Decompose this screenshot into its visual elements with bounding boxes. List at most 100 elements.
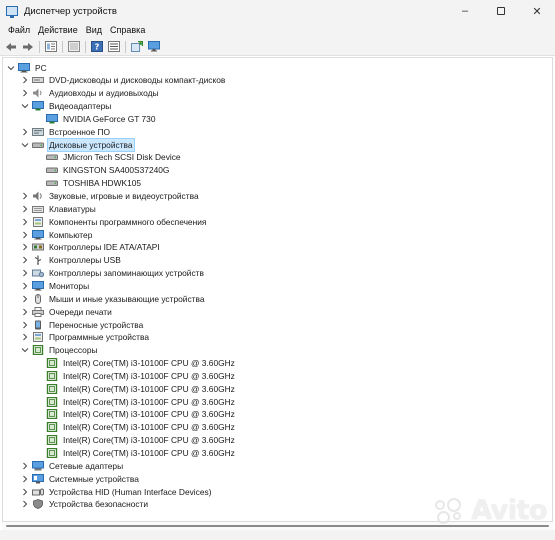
toolbar-separator bbox=[85, 40, 86, 53]
chevron-right-icon[interactable] bbox=[21, 462, 29, 470]
device-category[interactable]: Переносные устройства bbox=[21, 318, 144, 331]
device-item[interactable]: Intel(R) Core(TM) i3-10100F CPU @ 3.60GH… bbox=[46, 447, 236, 460]
chevron-right-icon[interactable] bbox=[21, 231, 29, 239]
device-item[interactable]: KINGSTON SA400S37240G bbox=[46, 164, 170, 177]
tree-item-label: TOSHIBA HDWK105 bbox=[63, 178, 142, 189]
menu-file[interactable]: Файл bbox=[4, 25, 34, 35]
device-list-button[interactable] bbox=[107, 40, 121, 54]
device-item[interactable]: Intel(R) Core(TM) i3-10100F CPU @ 3.60GH… bbox=[46, 408, 236, 421]
device-category[interactable]: Процессоры bbox=[21, 344, 99, 357]
device-category[interactable]: Компьютер bbox=[21, 228, 93, 241]
chevron-right-icon[interactable] bbox=[21, 269, 29, 277]
chevron-right-icon[interactable] bbox=[21, 488, 29, 496]
properties-button[interactable] bbox=[44, 40, 58, 54]
chevron-down-icon[interactable] bbox=[21, 346, 29, 354]
storage-icon bbox=[32, 268, 44, 278]
chevron-down-icon[interactable] bbox=[21, 102, 29, 110]
printer-icon bbox=[32, 306, 44, 317]
device-category[interactable]: Встроенное ПО bbox=[21, 125, 111, 138]
tree-item-label: Компоненты программного обеспечения bbox=[49, 216, 207, 227]
tree-item-label: Видеоадаптеры bbox=[49, 101, 112, 112]
chevron-right-icon[interactable] bbox=[21, 308, 29, 316]
chevron-right-icon[interactable] bbox=[21, 192, 29, 200]
tree-root[interactable]: PC bbox=[7, 61, 48, 74]
tree-item-label: Intel(R) Core(TM) i3-10100F CPU @ 3.60GH… bbox=[63, 435, 235, 446]
device-category[interactable]: Очереди печати bbox=[21, 305, 113, 318]
firmware-icon bbox=[32, 127, 44, 137]
device-category[interactable]: Аудиовходы и аудиовыходы bbox=[21, 87, 160, 100]
device-category[interactable]: Контроллеры IDE ATA/ATAPI bbox=[21, 241, 161, 254]
toolbar-separator bbox=[62, 40, 63, 53]
chevron-down-icon[interactable] bbox=[21, 141, 29, 149]
device-item[interactable]: TOSHIBA HDWK105 bbox=[46, 177, 142, 190]
device-item[interactable]: Intel(R) Core(TM) i3-10100F CPU @ 3.60GH… bbox=[46, 357, 236, 370]
device-item[interactable]: NVIDIA GeForce GT 730 bbox=[46, 112, 156, 125]
device-tree[interactable]: PC DVD-дисководы и дисководы компакт-диск… bbox=[2, 57, 553, 522]
device-category[interactable]: Мониторы bbox=[21, 279, 90, 292]
tree-item-label: Контроллеры USB bbox=[49, 255, 121, 266]
chevron-right-icon[interactable] bbox=[21, 282, 29, 290]
device-category[interactable]: Программные устройства bbox=[21, 331, 150, 344]
tree-item-label: NVIDIA GeForce GT 730 bbox=[63, 113, 156, 124]
scan-hardware-button[interactable] bbox=[130, 40, 144, 54]
device-category[interactable]: Компоненты программного обеспечения bbox=[21, 215, 207, 228]
device-category[interactable]: Контроллеры запоминающих устройств bbox=[21, 267, 205, 280]
minimize-button[interactable]: – bbox=[447, 0, 483, 22]
chevron-right-icon[interactable] bbox=[21, 333, 29, 341]
maximize-button[interactable] bbox=[483, 0, 519, 22]
menu-view[interactable]: Вид bbox=[82, 25, 106, 35]
device-category[interactable]: Видеоадаптеры bbox=[21, 100, 112, 113]
device-category[interactable]: Звуковые, игровые и видеоустройства bbox=[21, 190, 200, 203]
device-item[interactable]: Intel(R) Core(TM) i3-10100F CPU @ 3.60GH… bbox=[46, 395, 236, 408]
device-category[interactable]: Сетевые адаптеры bbox=[21, 459, 124, 472]
tree-item-label: Intel(R) Core(TM) i3-10100F CPU @ 3.60GH… bbox=[63, 370, 235, 381]
system-icon bbox=[32, 473, 44, 484]
device-item[interactable]: JMicron Tech SCSI Disk Device bbox=[46, 151, 182, 164]
back-icon bbox=[6, 42, 16, 51]
chevron-right-icon[interactable] bbox=[21, 218, 29, 226]
chevron-right-icon[interactable] bbox=[21, 256, 29, 264]
chevron-right-icon[interactable] bbox=[21, 205, 29, 213]
tree-item-label: Переносные устройства bbox=[49, 319, 144, 330]
chevron-right-icon[interactable] bbox=[21, 243, 29, 251]
device-category[interactable]: Устройства безопасности bbox=[21, 498, 149, 511]
close-button[interactable]: ✕ bbox=[519, 0, 555, 22]
device-category[interactable]: Системные устройства bbox=[21, 472, 140, 485]
menu-help[interactable]: Справка bbox=[106, 25, 149, 35]
tree-item-label: Intel(R) Core(TM) i3-10100F CPU @ 3.60GH… bbox=[63, 383, 235, 394]
menu-action[interactable]: Действие bbox=[34, 25, 82, 35]
device-category[interactable]: Дисковые устройства bbox=[21, 137, 135, 152]
chevron-right-icon[interactable] bbox=[21, 76, 29, 84]
avito-watermark: Avito bbox=[433, 495, 547, 526]
tree-item-label: Звуковые, игровые и видеоустройства bbox=[49, 191, 199, 201]
device-item[interactable]: Intel(R) Core(TM) i3-10100F CPU @ 3.60GH… bbox=[46, 382, 236, 395]
back-button[interactable] bbox=[4, 40, 18, 54]
device-item[interactable]: Intel(R) Core(TM) i3-10100F CPU @ 3.60GH… bbox=[46, 421, 236, 434]
chevron-right-icon[interactable] bbox=[21, 321, 29, 329]
cpu-icon bbox=[46, 383, 58, 394]
tree-item-label: KINGSTON SA400S37240G bbox=[63, 165, 170, 176]
device-category[interactable]: Устройства HID (Human Interface Devices) bbox=[21, 485, 213, 498]
device-category[interactable]: Клавиатуры bbox=[21, 202, 97, 215]
device-item[interactable]: Intel(R) Core(TM) i3-10100F CPU @ 3.60GH… bbox=[46, 434, 236, 447]
monitor-button[interactable] bbox=[147, 40, 161, 54]
chevron-down-icon[interactable] bbox=[7, 64, 15, 72]
disk-icon bbox=[46, 178, 58, 188]
cpu-icon bbox=[46, 370, 58, 381]
chevron-right-icon[interactable] bbox=[21, 295, 29, 303]
help-button[interactable]: ? bbox=[90, 40, 104, 54]
chevron-right-icon[interactable] bbox=[21, 89, 29, 97]
forward-button[interactable] bbox=[21, 40, 35, 54]
chevron-right-icon[interactable] bbox=[21, 128, 29, 136]
device-category[interactable]: Мыши и иные указывающие устройства bbox=[21, 292, 206, 305]
disk-icon bbox=[32, 140, 44, 150]
show-hidden-button[interactable] bbox=[67, 40, 81, 54]
chevron-right-icon[interactable] bbox=[21, 475, 29, 483]
chevron-right-icon[interactable] bbox=[21, 500, 29, 508]
device-category[interactable]: DVD-дисководы и дисководы компакт-дисков bbox=[21, 74, 226, 87]
cpu-icon bbox=[46, 448, 58, 458]
device-item[interactable]: Intel(R) Core(TM) i3-10100F CPU @ 3.60GH… bbox=[46, 369, 236, 382]
device-category[interactable]: Контроллеры USB bbox=[21, 254, 122, 267]
hid-icon bbox=[32, 487, 44, 497]
tree-item-label: Мониторы bbox=[49, 280, 90, 291]
